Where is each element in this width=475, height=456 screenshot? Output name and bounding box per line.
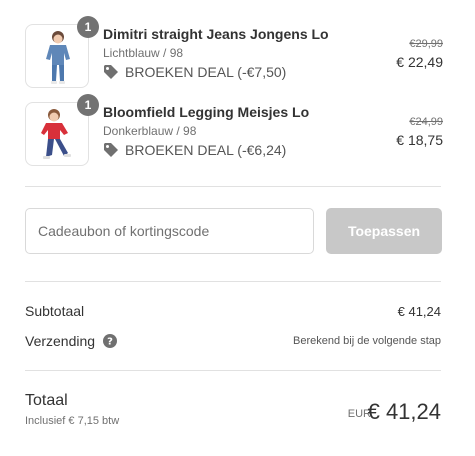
tag-icon: [104, 65, 118, 79]
total-amount: € 41,24: [367, 399, 441, 424]
discounted-price: € 22,49: [396, 54, 443, 70]
product-name: Bloomfield Legging Meisjes Lo: [103, 104, 310, 120]
quantity-badge: 1: [77, 94, 99, 116]
subtotal-value: € 41,24: [397, 304, 441, 319]
shipping-row: Verzending ?: [25, 333, 118, 349]
quantity-badge: 1: [77, 16, 99, 38]
discount-code-input[interactable]: [25, 208, 314, 254]
subtotal-label: Subtotaal: [25, 303, 85, 319]
svg-text:?: ?: [107, 337, 113, 348]
deal-label: BROEKEN DEAL (-€6,24): [103, 142, 286, 158]
shipping-label: Verzending: [25, 333, 96, 349]
cart-item: 1 Bloomfield Legging Meisjes Lo Donkerbl…: [25, 94, 443, 166]
tag-icon: [104, 143, 118, 157]
deal-label: BROEKEN DEAL (-€7,50): [103, 64, 286, 80]
product-variant: Lichtblauw / 98: [103, 46, 184, 60]
total-label: Totaal: [25, 392, 68, 409]
deal-text: BROEKEN DEAL (-€6,24): [125, 142, 287, 158]
shipping-value: Berekend bij de volgende stap: [293, 335, 441, 347]
help-icon[interactable]: ?: [103, 334, 118, 348]
apply-button[interactable]: Toepassen: [326, 208, 442, 254]
discounted-price: € 18,75: [396, 132, 443, 148]
cart-item: 1 Dimitri straight Jeans Jongens Lo Lich…: [25, 16, 443, 88]
original-price: €24,99: [409, 116, 443, 128]
deal-text: BROEKEN DEAL (-€7,50): [125, 64, 287, 80]
divider: [25, 186, 441, 187]
product-variant: Donkerblauw / 98: [103, 124, 197, 138]
product-name: Dimitri straight Jeans Jongens Lo: [103, 26, 329, 42]
original-price: €29,99: [409, 38, 443, 50]
tax-note: Inclusief € 7,15 btw: [25, 415, 120, 427]
divider: [25, 281, 441, 282]
divider: [25, 370, 441, 371]
